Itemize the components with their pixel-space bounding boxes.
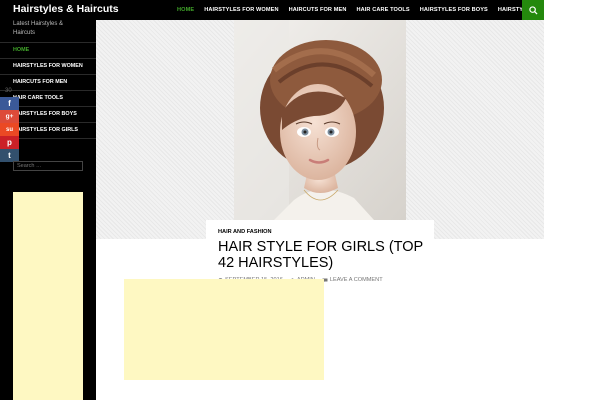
stumbleupon-icon: su bbox=[5, 126, 13, 133]
google-plus-share-button[interactable]: g+ bbox=[0, 110, 19, 123]
nav-item-hairstyles-for-women[interactable]: HAIRSTYLES FOR WOMEN bbox=[199, 0, 283, 20]
pinterest-icon: p bbox=[7, 138, 12, 147]
featured-image[interactable] bbox=[234, 20, 406, 220]
site-tagline: Latest Hairstyles & Haircuts bbox=[13, 21, 64, 36]
nav-item-hair-care-tools[interactable]: HAIR CARE TOOLS bbox=[351, 0, 414, 20]
nav-item-hairstyles-for-boys[interactable]: HAIRSTYLES FOR BOYS bbox=[415, 0, 493, 20]
pinterest-share-button[interactable]: p bbox=[0, 136, 19, 149]
sidebar-item-home[interactable]: HOME bbox=[0, 43, 96, 59]
site-title[interactable]: Hairstyles & Haircuts bbox=[13, 3, 119, 15]
share-bar: f g+ su p t bbox=[0, 97, 19, 162]
featured-image-area bbox=[96, 20, 544, 239]
search-icon bbox=[528, 5, 538, 15]
sidebar-search-input[interactable] bbox=[13, 161, 83, 171]
post-ad-slot bbox=[124, 279, 324, 380]
post-title[interactable]: HAIR STYLE FOR GIRLS (TOP 42 HAIRSTYLES) bbox=[218, 239, 432, 271]
featured-photo-girl bbox=[234, 20, 406, 220]
nav-item-haircuts-for-men[interactable]: HAIRCUTS FOR MEN bbox=[284, 0, 352, 20]
sidebar: Latest Hairstyles & Haircuts HOME HAIRST… bbox=[0, 20, 96, 400]
search-toggle-button[interactable] bbox=[522, 0, 544, 20]
primary-nav: HOME HAIRSTYLES FOR WOMEN HAIRCUTS FOR M… bbox=[172, 0, 572, 20]
tumblr-icon: t bbox=[8, 151, 11, 160]
nav-item-home[interactable]: HOME bbox=[172, 0, 199, 20]
post-category-link[interactable]: HAIR AND FASHION bbox=[218, 229, 272, 235]
stumbleupon-share-button[interactable]: su bbox=[0, 123, 19, 136]
site-header: Hairstyles & Haircuts HOME HAIRSTYLES FO… bbox=[0, 0, 567, 20]
post-comments-link[interactable]: LEAVE A COMMENT bbox=[322, 277, 383, 283]
page-margin bbox=[544, 0, 600, 400]
facebook-share-button[interactable]: f bbox=[0, 97, 19, 110]
sidebar-ad-slot bbox=[13, 192, 83, 400]
facebook-icon: f bbox=[8, 99, 11, 108]
share-count: 30 bbox=[5, 88, 12, 94]
sidebar-item-hairstyles-for-women[interactable]: HAIRSTYLES FOR WOMEN bbox=[0, 59, 96, 75]
sidebar-item-haircuts-for-men[interactable]: HAIRCUTS FOR MEN bbox=[0, 75, 96, 91]
post-comments-text: LEAVE A COMMENT bbox=[329, 277, 383, 283]
google-plus-icon: g+ bbox=[5, 113, 14, 120]
